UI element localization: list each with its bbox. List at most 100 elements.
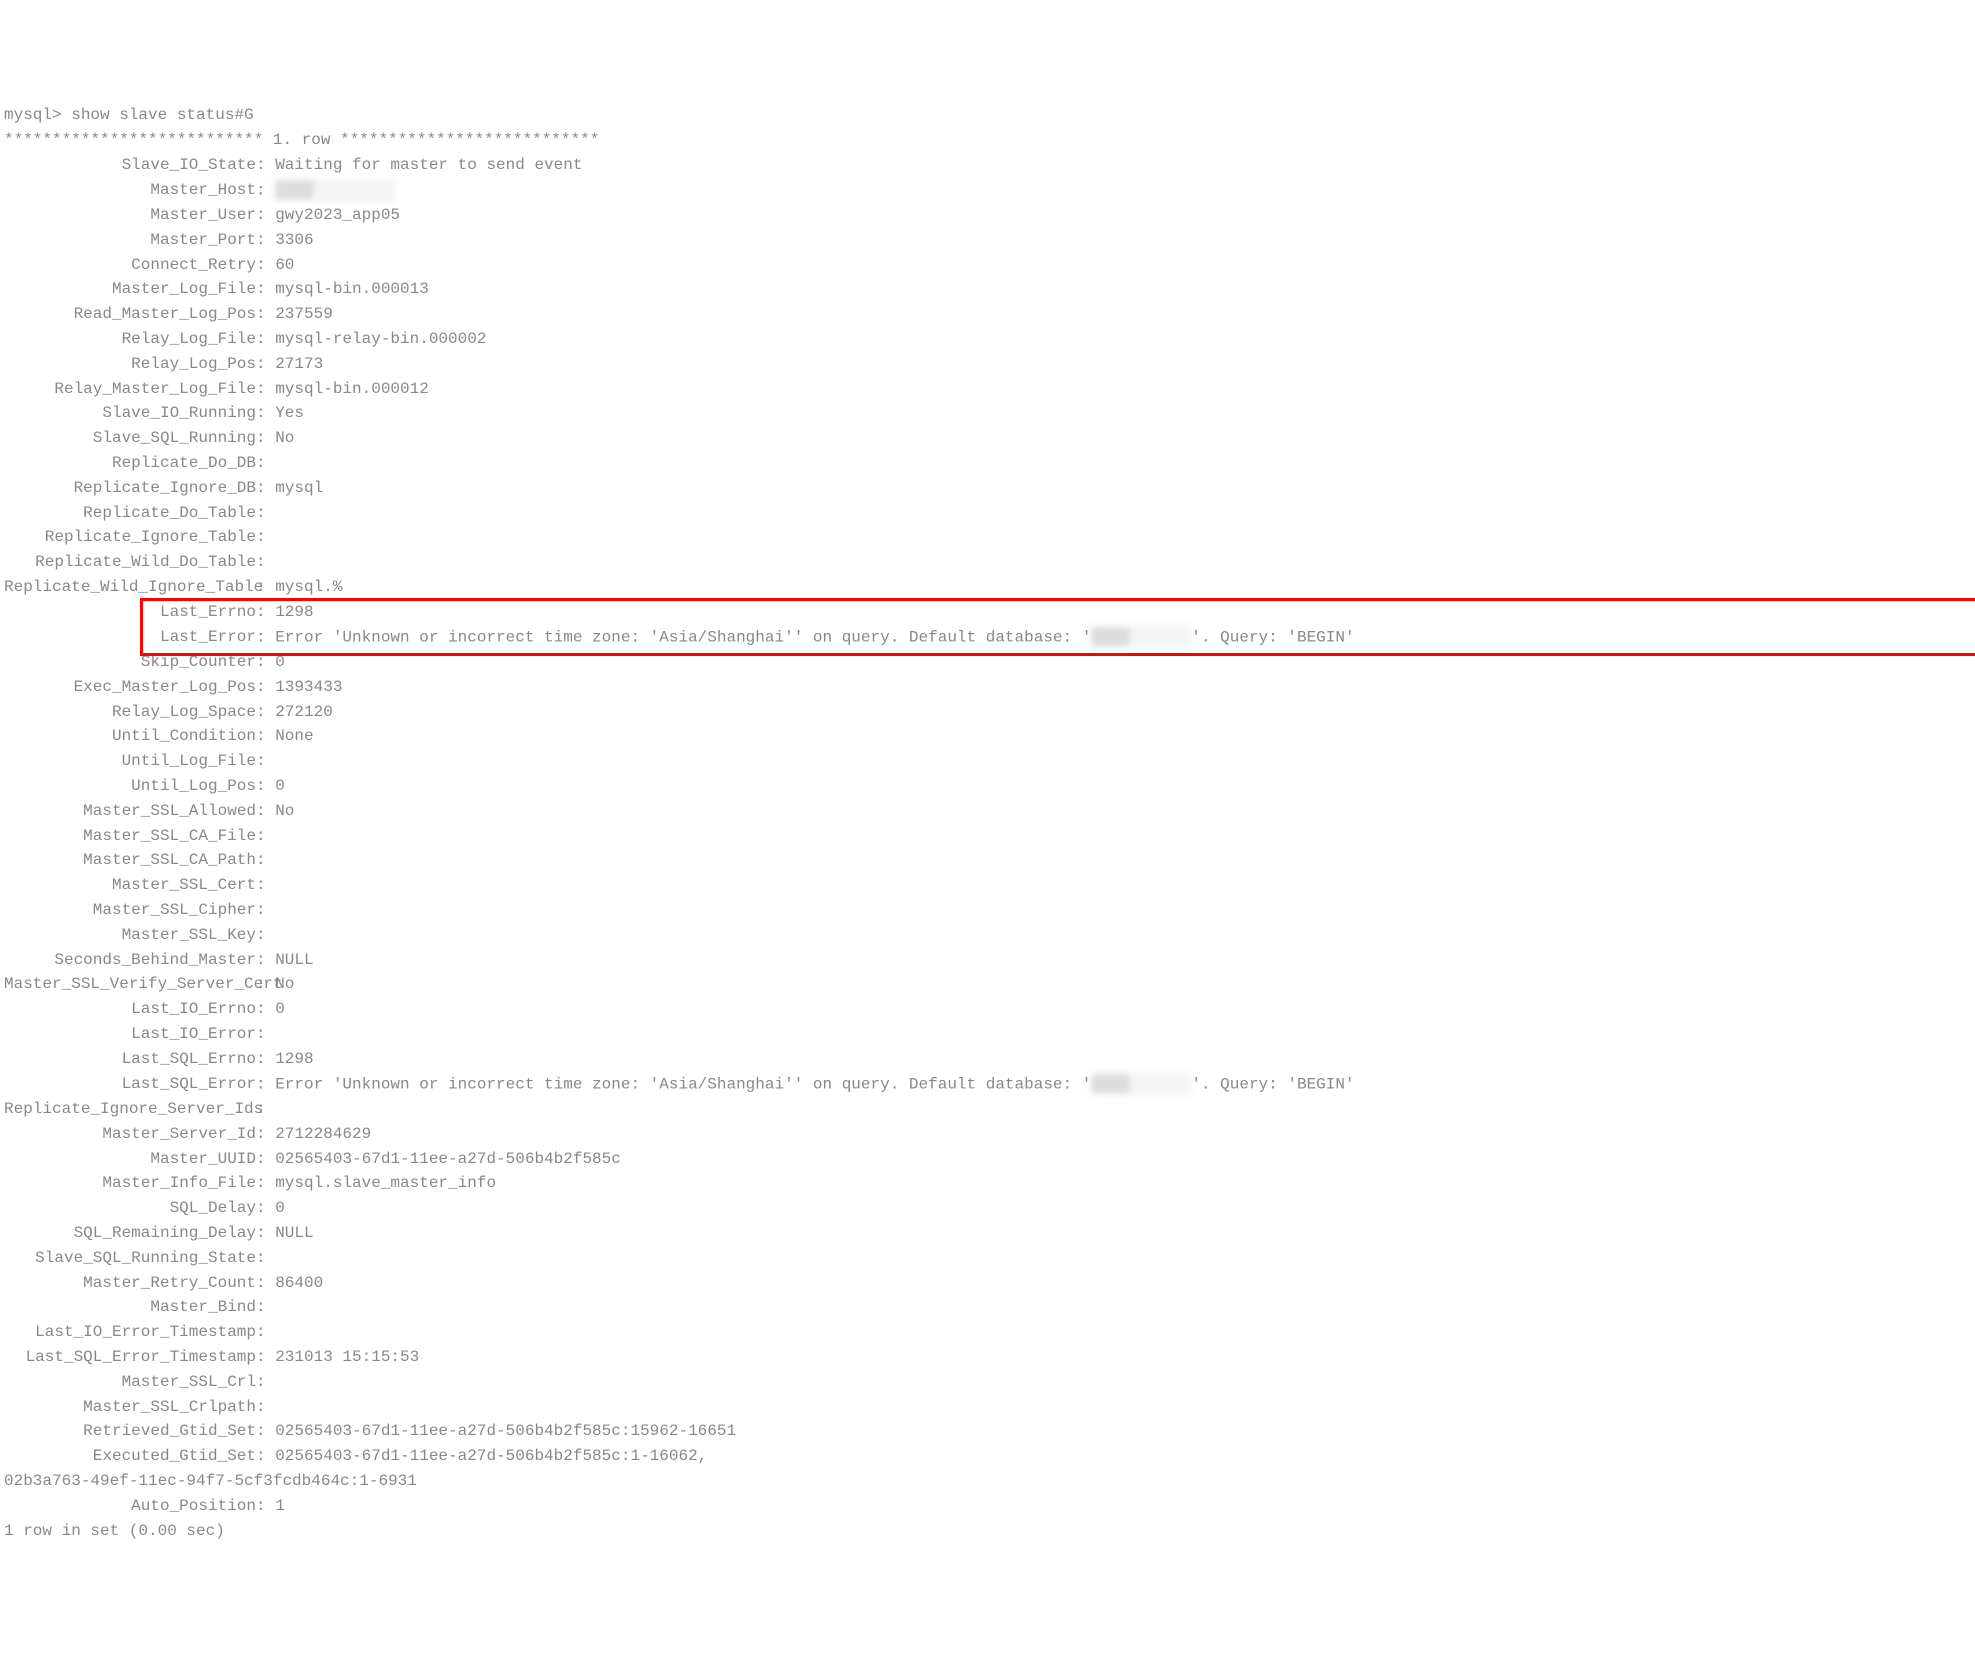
status-field-value: 27173 (275, 355, 323, 373)
status-field-row: Until_Condition: None (4, 724, 1971, 749)
colon-separator: : (256, 479, 275, 497)
colon-separator: : (256, 1050, 275, 1068)
status-field-value: 86400 (275, 1274, 323, 1292)
status-field-row: Read_Master_Log_Pos: 237559 (4, 302, 1971, 327)
status-field-value: 0 (275, 653, 285, 671)
status-field-row: Master_Port: 3306 (4, 228, 1971, 253)
colon-separator: : (256, 901, 275, 919)
status-field-row: Replicate_Do_DB: (4, 451, 1971, 476)
colon-separator: : (256, 926, 275, 944)
colon-separator: : (256, 429, 275, 447)
status-field-label: SQL_Delay (4, 1196, 256, 1221)
colon-separator: : (256, 951, 275, 969)
colon-separator: : (256, 802, 275, 820)
colon-separator: : (256, 1298, 275, 1316)
colon-separator: : (256, 678, 275, 696)
status-field-label: Master_SSL_Crl (4, 1370, 256, 1395)
status-field-row: Master_SSL_CA_Path: (4, 848, 1971, 873)
status-field-row: Master_UUID: 02565403-67d1-11ee-a27d-506… (4, 1147, 1971, 1172)
status-field-label: Slave_IO_State (4, 153, 256, 178)
colon-separator: : (256, 305, 275, 323)
status-field-row: Master_Log_File: mysql-bin.000013 (4, 277, 1971, 302)
status-field-value: No (275, 975, 294, 993)
colon-separator: : (256, 1373, 275, 1391)
status-field-value: 231013 15:15:53 (275, 1348, 419, 1366)
colon-separator: : (256, 1199, 275, 1217)
status-field-label: Auto_Position (4, 1494, 256, 1519)
status-field-label: Until_Log_File (4, 749, 256, 774)
status-field-value: mysql (275, 479, 323, 497)
status-field-value: 272120 (275, 703, 333, 721)
status-field-label: Connect_Retry (4, 253, 256, 278)
status-field-value: mysql-relay-bin.000002 (275, 330, 486, 348)
status-field-row: Replicate_Ignore_Server_Ids: (4, 1097, 1971, 1122)
colon-separator: : (256, 1150, 275, 1168)
status-field-row: Auto_Position: 1 (4, 1494, 1971, 1519)
colon-separator: : (256, 231, 275, 249)
row-header: *************************** 1. row *****… (4, 128, 1971, 153)
status-field-label: Relay_Log_Pos (4, 352, 256, 377)
colon-separator: : (256, 355, 275, 373)
colon-separator: : (256, 703, 275, 721)
status-field-row: Skip_Counter: 0 (4, 650, 1971, 675)
status-field-label: Last_IO_Error_Timestamp (4, 1320, 256, 1345)
status-field-row: Connect_Retry: 60 (4, 253, 1971, 278)
status-field-value: 02565403-67d1-11ee-a27d-506b4b2f585c (275, 1150, 621, 1168)
colon-separator: : (256, 1422, 275, 1440)
status-field-label: Master_SSL_Cert (4, 873, 256, 898)
status-field-value: 3306 (275, 231, 313, 249)
colon-separator: : (256, 603, 275, 621)
status-field-label: Master_SSL_Key (4, 923, 256, 948)
status-field-row: Master_SSL_Crlpath: (4, 1395, 1971, 1420)
status-field-value: No (275, 802, 294, 820)
colon-separator: : (256, 876, 275, 894)
status-field-value: 0 (275, 1000, 285, 1018)
colon-separator: : (256, 827, 275, 845)
colon-separator: : (256, 504, 275, 522)
status-field-row: Master_Info_File: mysql.slave_master_inf… (4, 1171, 1971, 1196)
status-field-label: Slave_IO_Running (4, 401, 256, 426)
status-field-row: Last_IO_Errno: 0 (4, 997, 1971, 1022)
status-field-value: 1298 (275, 1050, 313, 1068)
status-field-label: Last_Error (4, 625, 256, 650)
status-field-row: Slave_SQL_Running_State: (4, 1246, 1971, 1271)
colon-separator: : (256, 1000, 275, 1018)
status-field-row: Exec_Master_Log_Pos: 1393433 (4, 675, 1971, 700)
status-field-row: Master_User: gwy2023_app05 (4, 203, 1971, 228)
status-field-label: Master_SSL_Allowed (4, 799, 256, 824)
terminal-output: mysql> show slave status#G **************… (4, 103, 1971, 1543)
status-field-label: Seconds_Behind_Master (4, 948, 256, 973)
status-field-row: Relay_Log_File: mysql-relay-bin.000002 (4, 327, 1971, 352)
colon-separator: : (256, 777, 275, 795)
status-field-value-pre: Error 'Unknown or incorrect time zone: '… (275, 628, 1091, 646)
status-field-label: Read_Master_Log_Pos (4, 302, 256, 327)
colon-separator: : (256, 1025, 275, 1043)
status-field-value-post: '. Query: 'BEGIN' (1191, 628, 1354, 646)
status-field-row: Until_Log_File: (4, 749, 1971, 774)
status-field-row: Relay_Master_Log_File: mysql-bin.000012 (4, 377, 1971, 402)
status-field-label: Exec_Master_Log_Pos (4, 675, 256, 700)
status-field-row: Master_Retry_Count: 86400 (4, 1271, 1971, 1296)
status-field-label: Until_Log_Pos (4, 774, 256, 799)
colon-separator: : (256, 628, 275, 646)
status-field-row: Last_Error: Error 'Unknown or incorrect … (4, 625, 1971, 650)
colon-separator: : (256, 380, 275, 398)
redacted-value: ████ (1091, 1072, 1191, 1097)
status-field-label: Executed_Gtid_Set (4, 1444, 256, 1469)
status-field-label: Last_Errno (4, 600, 256, 625)
status-field-label: Last_SQL_Error (4, 1072, 256, 1097)
status-field-row: Replicate_Wild_Ignore_Table: mysql.% (4, 575, 1971, 600)
status-field-row: Master_SSL_Cipher: (4, 898, 1971, 923)
colon-separator: : (256, 280, 275, 298)
status-field-value-pre: Error 'Unknown or incorrect time zone: '… (275, 1075, 1091, 1093)
status-field-row: Relay_Log_Space: 272120 (4, 700, 1971, 725)
status-field-row: 02b3a763-49ef-11ec-94f7-5cf3fcdb464c:1-6… (4, 1469, 1971, 1494)
status-field-value: 1393433 (275, 678, 342, 696)
status-field-value: 2712284629 (275, 1125, 371, 1143)
status-field-row: Master_Host: ████ (4, 178, 1971, 203)
colon-separator: : (256, 404, 275, 422)
mysql-prompt: mysql> show slave status#G (4, 106, 254, 124)
status-field-value: 1298 (275, 603, 313, 621)
status-field-label: Slave_SQL_Running (4, 426, 256, 451)
colon-separator: : (256, 851, 275, 869)
